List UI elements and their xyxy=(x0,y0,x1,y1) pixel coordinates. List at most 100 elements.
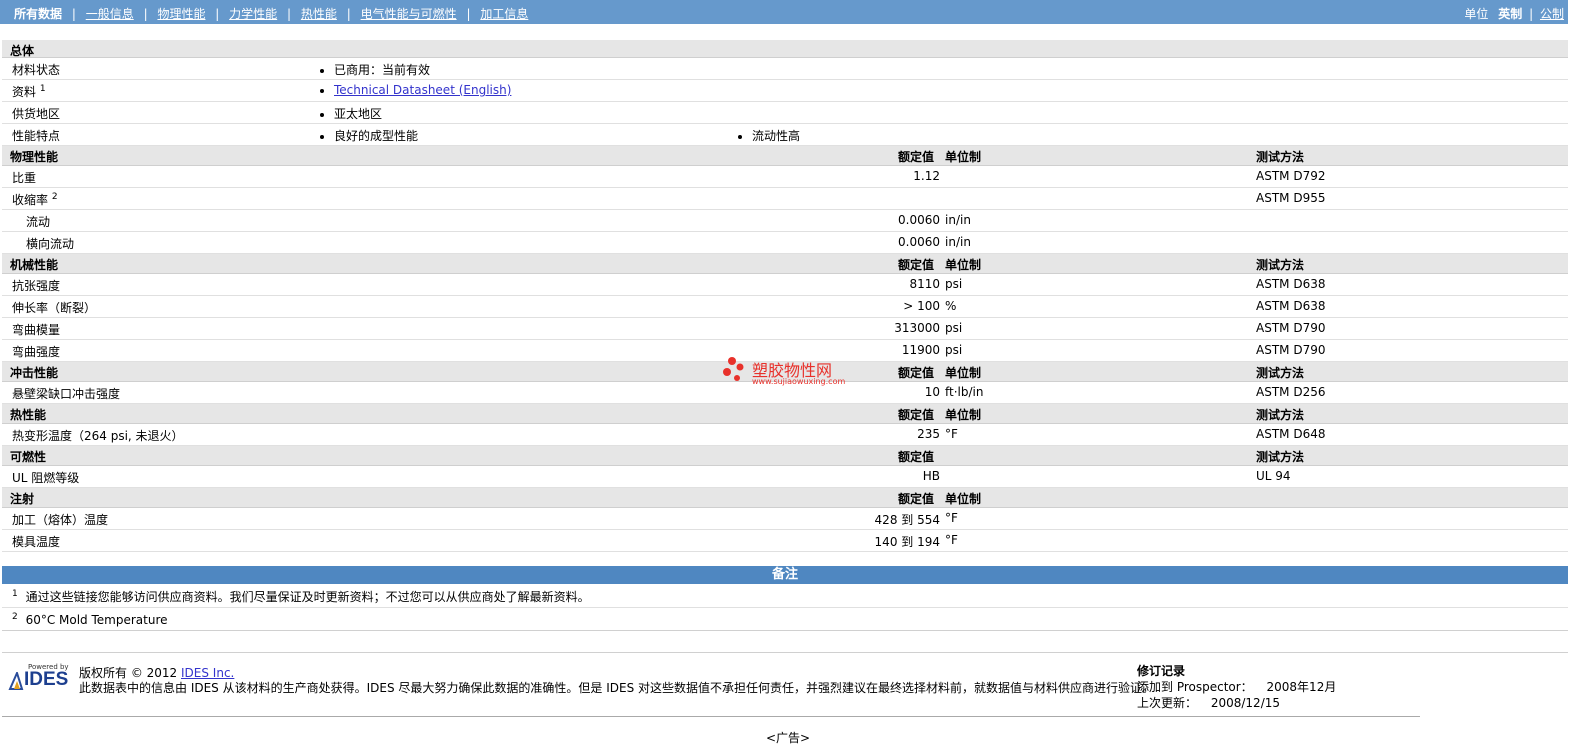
row-unit: °F xyxy=(945,533,958,547)
section-header-thermal: 热性能 额定值 单位制 测试方法 xyxy=(2,404,1568,424)
revision-title: 修订记录 xyxy=(1137,664,1186,678)
row-value-text: 流动性高 xyxy=(752,129,801,143)
row-value: > 100 xyxy=(903,299,940,313)
header-unit: 单位制 xyxy=(945,150,982,164)
note-text: 60°C Mold Temperature xyxy=(25,613,168,627)
row-unit: ft·lb/in xyxy=(945,385,984,399)
watermark-logo: 塑胶物性网 www.sujiaowuxing.com xyxy=(722,356,845,387)
row-value: 0.0060 xyxy=(898,213,940,227)
nav-processing[interactable]: 加工信息 xyxy=(480,7,528,21)
table-row: 热变形温度（264 psi, 未退火） 235 °F ASTM D648 xyxy=(2,424,1568,446)
table-row: 材料状态 已商用：当前有效 xyxy=(2,58,1568,80)
table-row: UL 阻燃等级 HB UL 94 xyxy=(2,466,1568,488)
row-value: 140 到 194 xyxy=(874,535,940,549)
row-label: 收缩率 2 xyxy=(12,191,58,208)
row-value: 235 xyxy=(917,427,940,441)
ides-inc-link[interactable]: IDES Inc. xyxy=(181,666,234,680)
header-unit: 单位制 xyxy=(945,366,982,380)
header-unit: 单位制 xyxy=(945,408,982,422)
section-title: 机械性能 xyxy=(10,258,59,272)
row-value: HB xyxy=(922,469,940,483)
ides-logo-icon xyxy=(8,672,24,690)
row-value: 8110 xyxy=(909,277,940,291)
bullet-icon xyxy=(320,88,324,93)
row-label: 流动 xyxy=(26,215,51,229)
row-label: UL 阻燃等级 xyxy=(12,471,80,485)
table-row: 比重 1.12 ASTM D792 xyxy=(2,166,1568,188)
nav-all-data[interactable]: 所有数据 xyxy=(14,7,62,21)
row-unit: °F xyxy=(945,427,958,441)
table-row: 供货地区 亚太地区 xyxy=(2,102,1568,124)
section-header-injection: 注射 额定值 单位制 xyxy=(2,488,1568,508)
row-value-text: 良好的成型性能 xyxy=(334,129,419,143)
section-header-physical: 物理性能 额定值 单位制 测试方法 xyxy=(2,146,1568,166)
nav-thermal[interactable]: 热性能 xyxy=(301,7,337,21)
units-separator: | xyxy=(1529,7,1534,21)
nav-separator: | xyxy=(71,7,76,21)
row-value: 流动性高 xyxy=(738,127,800,144)
units-imperial[interactable]: 英制 xyxy=(1498,7,1522,21)
nav-physical[interactable]: 物理性能 xyxy=(157,7,205,21)
row-label: 悬壁梁缺口冲击强度 xyxy=(12,387,121,401)
row-test: ASTM D648 xyxy=(1256,427,1326,441)
row-label: 横向流动 xyxy=(26,237,75,251)
header-test: 测试方法 xyxy=(1256,450,1305,464)
table-row: 横向流动 0.0060 in/in xyxy=(2,232,1568,254)
section-title: 冲击性能 xyxy=(10,366,59,380)
table-row: 弯曲模量 313000 psi ASTM D790 xyxy=(2,318,1568,340)
nav-mechanical[interactable]: 力学性能 xyxy=(229,7,277,21)
row-test: UL 94 xyxy=(1256,469,1291,483)
watermark-url: www.sujiaowuxing.com xyxy=(752,377,846,386)
row-label: 加工（熔体）温度 xyxy=(12,513,109,527)
row-label: 性能特点 xyxy=(12,129,61,143)
row-value: 11900 xyxy=(901,343,940,357)
header-test: 测试方法 xyxy=(1256,150,1305,164)
table-row: 资料 1 Technical Datasheet (English) xyxy=(2,80,1568,102)
bullet-icon xyxy=(320,112,324,117)
row-label: 资料 1 xyxy=(12,83,46,100)
header-rated: 额定值 xyxy=(898,150,935,164)
row-value-text: 已商用：当前有效 xyxy=(334,63,431,77)
section-title: 注射 xyxy=(10,492,35,506)
row-value: 1.12 xyxy=(913,169,940,183)
header-rated: 额定值 xyxy=(898,366,935,380)
divider xyxy=(2,630,1568,631)
revision-updated: 上次更新： 2008/12/15 xyxy=(1137,694,1280,711)
row-value: 良好的成型性能 xyxy=(320,127,418,144)
ides-logo[interactable]: Powered by IDES xyxy=(8,663,70,690)
row-test: ASTM D955 xyxy=(1256,191,1326,205)
divider xyxy=(2,607,1568,608)
section-title: 热性能 xyxy=(10,408,47,422)
nav-general-info[interactable]: 一般信息 xyxy=(86,7,134,21)
row-unit: °F xyxy=(945,511,958,525)
note-item: 1 通过这些链接您能够访问供应商资料。我们尽量保证及时更新资料；不过您可以从供应… xyxy=(12,588,590,605)
row-label: 供货地区 xyxy=(12,107,61,121)
divider xyxy=(2,652,1568,653)
row-test: ASTM D790 xyxy=(1256,321,1326,335)
units-metric[interactable]: 公制 xyxy=(1540,7,1564,21)
header-unit: 单位制 xyxy=(945,492,982,506)
section-title: 物理性能 xyxy=(10,150,59,164)
section-links: 所有数据 | 一般信息 | 物理性能 | 力学性能 | 热性能 | 电气性能与可… xyxy=(14,5,528,22)
nav-separator: | xyxy=(215,7,220,21)
footnote-ref: 1 xyxy=(39,84,46,94)
disclaimer: 此数据表中的信息由 IDES 从该材料的生产商处获得。IDES 尽最大努力确保此… xyxy=(79,681,1155,695)
row-test: ASTM D790 xyxy=(1256,343,1326,357)
nav-electrical-flammability[interactable]: 电气性能与可燃性 xyxy=(361,7,457,21)
row-unit: in/in xyxy=(945,235,971,249)
table-row: 伸长率（断裂） > 100 % ASTM D638 xyxy=(2,296,1568,318)
revision-added: 添加到 Prospector： 2008年12月 xyxy=(1137,678,1336,695)
row-value: 10 xyxy=(924,385,940,399)
nav-separator: | xyxy=(143,7,148,21)
row-test: ASTM D638 xyxy=(1256,299,1326,313)
row-label: 弯曲模量 xyxy=(12,323,61,337)
ides-logo-text: IDES xyxy=(24,669,69,690)
header-rated: 额定值 xyxy=(898,258,935,272)
row-label-text: 收缩率 xyxy=(12,193,49,207)
added-label: 添加到 Prospector： xyxy=(1137,680,1253,694)
row-label: 伸长率（断裂） xyxy=(12,301,97,315)
technical-datasheet-link[interactable]: Technical Datasheet (English) xyxy=(334,83,511,97)
section-title: 可燃性 xyxy=(10,450,47,464)
row-unit: in/in xyxy=(945,213,971,227)
copyright-text: 版权所有 © 2012 xyxy=(79,666,178,680)
